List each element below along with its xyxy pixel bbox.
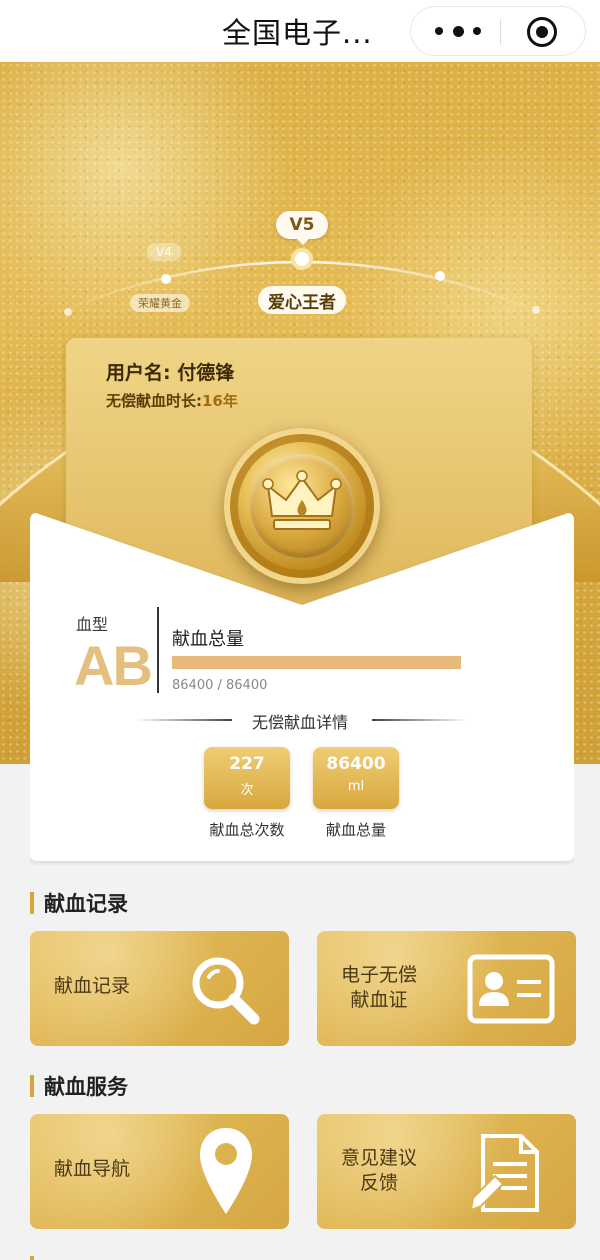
username-value: 付德锋: [177, 362, 235, 384]
progress-bar-fill: [172, 656, 461, 669]
electronic-certificate-label-line1: 电子无偿: [341, 964, 418, 986]
previous-level-name: 荣耀黄金: [130, 294, 190, 312]
electronic-certificate-label-line2: 献血证: [350, 989, 408, 1011]
donation-duration-row: 无偿献血时长:16年: [106, 390, 238, 411]
blood-stats-card: 血型 AB 献血总量 86400 / 86400 无偿献血详情 227 次 86…: [30, 513, 574, 861]
donation-records-label: 献血记录: [54, 975, 131, 997]
level-node-v2: [64, 308, 72, 316]
id-card-icon: [467, 954, 555, 1024]
capsule-divider: [500, 19, 501, 45]
feedback-document-icon: [469, 1134, 539, 1212]
feedback-label: 意见建议 反馈: [341, 1146, 417, 1196]
more-options-icon[interactable]: [435, 21, 481, 41]
total-volume-title: 献血总量: [172, 629, 244, 650]
current-level-code: V5: [276, 211, 328, 245]
previous-level-code: V4: [147, 243, 181, 261]
total-volume-progress-bar: [172, 656, 461, 669]
mini-program-capsule: [410, 6, 586, 56]
donation-count-badge: 227 次: [204, 747, 290, 809]
donation-navigation-tile[interactable]: 献血导航: [30, 1114, 289, 1229]
blood-type-label: 血型: [76, 615, 109, 634]
duration-value: 16年: [202, 392, 238, 410]
username-label: 用户名:: [106, 362, 171, 384]
duration-label: 无偿献血时长:: [106, 392, 202, 410]
vertical-divider: [157, 607, 159, 693]
close-mini-program-icon[interactable]: [527, 17, 557, 47]
app-title: 全国电子...: [222, 16, 373, 50]
level-node-v5: [291, 248, 313, 270]
feedback-tile[interactable]: 意见建议 反馈: [317, 1114, 576, 1229]
level-node-v6: [435, 271, 445, 281]
top-bar: 全国电子...: [0, 0, 600, 62]
current-level-name: 爱心王者: [258, 286, 346, 314]
username-row: 用户名: 付德锋: [106, 358, 234, 385]
donation-records-tile[interactable]: 献血记录: [30, 931, 289, 1046]
electronic-certificate-label: 电子无偿 献血证: [341, 963, 417, 1013]
donation-detail-title: 无偿献血详情: [136, 709, 468, 733]
section-title-records: 献血记录: [30, 888, 128, 918]
donation-volume-unit: ml: [347, 779, 365, 794]
electronic-certificate-tile[interactable]: 电子无偿 献血证: [317, 931, 576, 1046]
search-icon: [192, 957, 260, 1025]
section-title-services: 献血服务: [30, 1071, 128, 1101]
donation-volume-label: 献血总量: [325, 821, 386, 839]
blood-type-value: AB: [74, 634, 153, 697]
blood-donation-app: 全国电子... V5 V4 荣耀黄金 爱心王者 用户名: 付德锋 无偿献血时长:…: [0, 0, 600, 1260]
level-node-v4: [161, 274, 171, 284]
donation-navigation-label: 献血导航: [54, 1158, 131, 1180]
donation-volume-badge: 86400 ml: [313, 747, 399, 809]
total-volume-progress-text: 86400 / 86400: [172, 678, 268, 693]
donation-count-label: 献血总次数: [209, 821, 285, 839]
feedback-label-line1: 意见建议: [341, 1147, 418, 1169]
location-pin-icon: [200, 1128, 252, 1214]
level-node-v7: [532, 306, 540, 314]
feedback-label-line2: 反馈: [360, 1172, 399, 1194]
donation-count-unit: 次: [240, 783, 254, 798]
donation-count-value: 227: [229, 754, 265, 774]
donation-volume-value: 86400: [326, 754, 386, 774]
